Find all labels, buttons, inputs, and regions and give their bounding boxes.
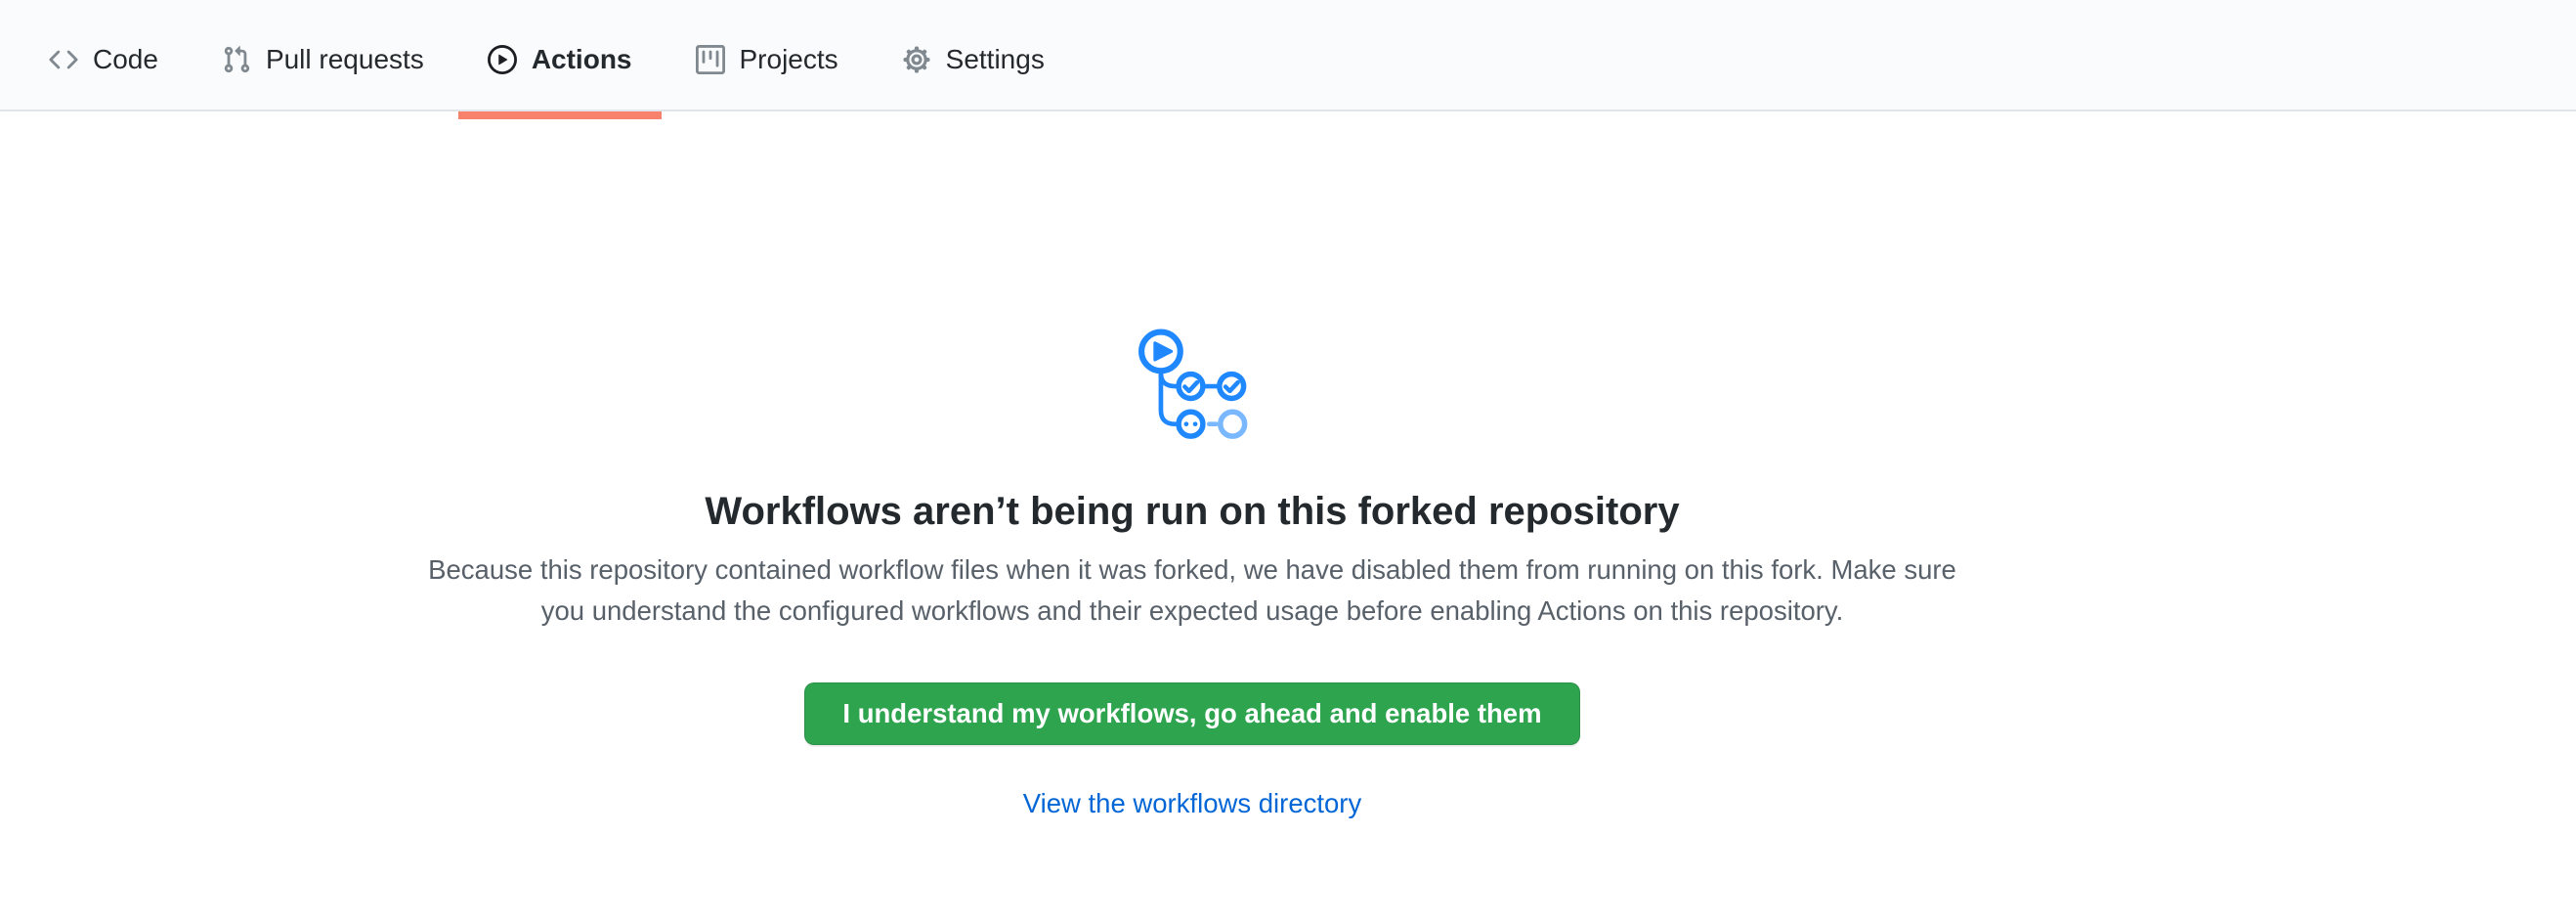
enable-workflows-button[interactable]: I understand my workflows, go ahead and … bbox=[804, 682, 1579, 745]
play-icon bbox=[488, 45, 517, 74]
tab-label: Settings bbox=[946, 46, 1045, 73]
blankslate-heading: Workflows aren’t being run on this forke… bbox=[705, 487, 1679, 536]
tab-label: Code bbox=[93, 46, 158, 73]
code-icon bbox=[49, 45, 78, 74]
tab-label: Pull requests bbox=[266, 46, 424, 73]
tab-pull-requests[interactable]: Pull requests bbox=[193, 10, 453, 110]
tab-actions[interactable]: Actions bbox=[458, 10, 662, 110]
tab-label: Projects bbox=[740, 46, 838, 73]
actions-workflow-graph-icon bbox=[1137, 329, 1248, 440]
view-workflows-directory-link[interactable]: View the workflows directory bbox=[1023, 788, 1361, 819]
tab-projects[interactable]: Projects bbox=[666, 10, 868, 110]
blankslate-description: Because this repository contained workfl… bbox=[404, 549, 1982, 632]
tab-label: Actions bbox=[532, 46, 632, 73]
tab-settings[interactable]: Settings bbox=[873, 10, 1074, 110]
project-icon bbox=[696, 45, 725, 74]
tab-code[interactable]: Code bbox=[20, 10, 188, 110]
actions-blankslate: Workflows aren’t being run on this forke… bbox=[0, 111, 2384, 819]
repo-tab-nav: Code Pull requests Actions Projects bbox=[0, 0, 2576, 111]
pull-request-icon bbox=[222, 45, 251, 74]
gear-icon bbox=[902, 45, 931, 74]
